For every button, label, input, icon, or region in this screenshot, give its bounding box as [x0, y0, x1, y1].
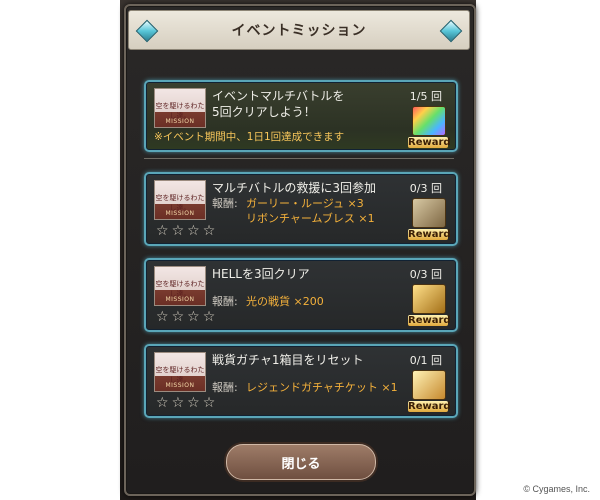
reward-label: 報酬: — [212, 381, 238, 394]
reward-item-icon — [412, 106, 446, 136]
reward-item-text: 光の戦貨 ×200 — [246, 295, 324, 308]
difficulty-stars: ☆ ☆ ☆ ☆ — [156, 396, 215, 410]
mission-progress: 1/5 回 — [409, 90, 442, 103]
star-icon: ☆ — [156, 223, 169, 239]
dialog-title: イベントミッション — [231, 23, 367, 39]
mission-progress: 0/3 回 — [409, 268, 442, 281]
dialog-title-bar: イベントミッション — [128, 10, 470, 50]
mission-note: ※イベント期間中、1日1回達成できます — [154, 131, 345, 143]
star-icon: ☆ — [202, 223, 216, 239]
star-icon: ☆ — [187, 223, 200, 239]
reward-item-text: リボンチャームブレス ×1 — [246, 212, 375, 225]
star-icon: ☆ — [202, 309, 216, 325]
star-icon: ☆ — [171, 309, 185, 325]
difficulty-stars: ☆ ☆ ☆ ☆ — [156, 224, 215, 238]
reward-button[interactable]: Reward — [408, 106, 451, 148]
reward-item-icon — [412, 284, 446, 314]
reward-item-text: ガーリー・ルージュ ×3 — [246, 197, 364, 210]
gem-icon — [135, 19, 159, 43]
mission-thumbnail: 空を駆けるわたし達。 MISSION — [154, 180, 206, 220]
star-icon: ☆ — [171, 395, 185, 411]
copyright-text: © Cygames, Inc. — [523, 484, 590, 494]
reward-label: 報酬: — [212, 295, 238, 308]
mission-card[interactable]: 空を駆けるわたし達。 MISSION HELLを3回クリア 0/3 回 報酬: … — [144, 258, 458, 332]
mission-card[interactable]: 空を駆けるわたし達。 MISSION マルチバトルの救援に3回参加 0/3 回 … — [144, 172, 458, 246]
reward-button[interactable]: Reward — [408, 370, 451, 412]
star-icon: ☆ — [187, 309, 200, 325]
mission-title: HELLを3回クリア — [212, 267, 310, 281]
close-button-label: 閉じる — [281, 456, 321, 472]
mission-progress: 0/3 回 — [409, 182, 442, 195]
mission-card[interactable]: 空を駆けるわたし達。 MISSION 戦貨ガチャ1箱目をリセット 0/1 回 報… — [144, 344, 458, 418]
reward-item-text: レジェンドガチャチケット ×1 — [246, 381, 398, 394]
mission-thumbnail: 空を駆けるわたし達。 MISSION — [154, 352, 206, 392]
close-button[interactable]: 閉じる — [226, 444, 376, 480]
star-icon: ☆ — [171, 223, 185, 239]
difficulty-stars: ☆ ☆ ☆ ☆ — [156, 310, 215, 324]
mission-progress: 0/1 回 — [409, 354, 442, 367]
mission-title: イベントマルチバトルを 5回クリアしよう！ — [212, 89, 345, 119]
section-divider — [144, 158, 454, 159]
mission-card[interactable]: 空を駆けるわたし達。 MISSION イベントマルチバトルを 5回クリアしよう！… — [144, 80, 458, 152]
star-icon: ☆ — [187, 395, 200, 411]
reward-button[interactable]: Reward — [408, 198, 451, 240]
reward-label: 報酬: — [212, 197, 238, 210]
mission-title: マルチバトルの救援に3回参加 — [212, 181, 376, 195]
mission-thumbnail: 空を駆けるわたし達。 MISSION — [154, 88, 206, 128]
reward-item-icon — [412, 198, 446, 228]
star-icon: ☆ — [202, 395, 216, 411]
event-mission-dialog — [124, 4, 476, 496]
mission-thumbnail: 空を駆けるわたし達。 MISSION — [154, 266, 206, 306]
star-icon: ☆ — [156, 395, 169, 411]
gem-icon — [439, 19, 463, 43]
reward-item-icon — [412, 370, 446, 400]
reward-button[interactable]: Reward — [408, 284, 451, 326]
star-icon: ☆ — [156, 309, 169, 325]
mission-title: 戦貨ガチャ1箱目をリセット — [212, 353, 364, 367]
